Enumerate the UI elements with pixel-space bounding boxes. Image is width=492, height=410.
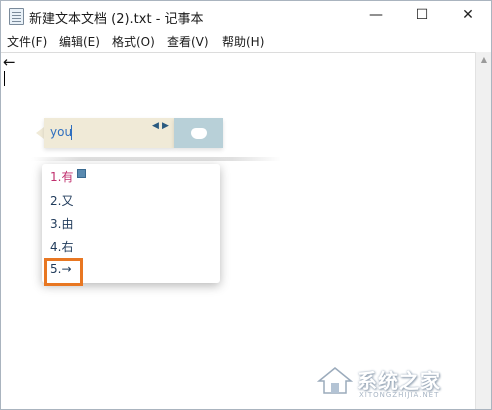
menu-edit[interactable]: 编辑(E) <box>59 33 100 50</box>
candidate-highlight-box <box>44 258 83 286</box>
page-prev-icon[interactable]: ◀ <box>152 121 159 131</box>
page-next-icon[interactable]: ▶ <box>162 121 169 131</box>
watermark-title: 系统之家 <box>357 369 441 393</box>
candidate-1[interactable]: 1.有 <box>50 168 87 185</box>
menu-help[interactable]: 帮助(H) <box>222 33 264 50</box>
ime-input-text: you <box>50 125 73 139</box>
candidate-3[interactable]: 3.由 <box>50 215 73 232</box>
editor-text: ← <box>3 53 16 71</box>
window-title: 新建文本文档 (2).txt - 记事本 <box>29 12 204 27</box>
scroll-up-icon[interactable]: ▲ <box>476 52 491 68</box>
title-bar[interactable]: 新建文本文档 (2).txt - 记事本 — ☐ ✕ <box>1 1 491 31</box>
vertical-scrollbar[interactable]: ▲ <box>475 52 491 409</box>
watermark-subtitle: XITONGZHIJIA.NET <box>359 391 440 399</box>
house-logo-icon <box>317 367 353 394</box>
menu-bar: 文件(F) 编辑(E) 格式(O) 查看(V) 帮助(H) <box>1 31 491 51</box>
menu-view[interactable]: 查看(V) <box>167 33 209 50</box>
menu-file[interactable]: 文件(F) <box>7 33 47 50</box>
notepad-window: 新建文本文档 (2).txt - 记事本 — ☐ ✕ 文件(F) 编辑(E) 格… <box>0 0 492 410</box>
close-button[interactable]: ✕ <box>445 1 491 31</box>
candidate-label: 1.有 <box>50 170 74 184</box>
ime-skin-panel[interactable] <box>174 118 223 148</box>
minimize-button[interactable]: — <box>353 1 399 31</box>
ime-composition-bar: you ◀ ▶ <box>44 118 174 148</box>
text-caret <box>4 71 5 86</box>
ime-pointer <box>36 127 44 139</box>
notepad-icon <box>9 8 24 25</box>
watermark: 系统之家 XITONGZHIJIA.NET <box>317 363 487 405</box>
menu-format[interactable]: 格式(O) <box>112 33 155 50</box>
maximize-button[interactable]: ☐ <box>399 1 445 31</box>
candidate-2[interactable]: 2.又 <box>50 192 73 209</box>
ime-divider <box>31 157 281 161</box>
ime-cursor <box>71 125 72 140</box>
candidate-4[interactable]: 4.右 <box>50 238 73 255</box>
candidate-list: 1.有 2.又 3.由 4.右 5.→ <box>42 164 220 286</box>
heart-icon <box>191 128 207 139</box>
cloud-icon <box>77 169 87 178</box>
